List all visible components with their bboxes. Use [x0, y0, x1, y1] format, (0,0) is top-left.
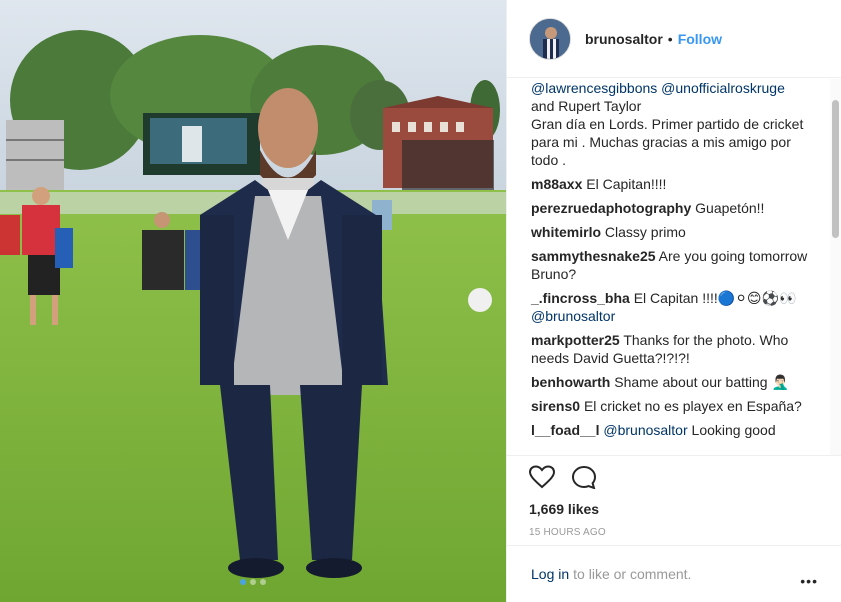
comment-item: l__foad__l @brunosaltor Looking good	[531, 421, 811, 439]
post-username[interactable]: brunosaltor	[585, 31, 663, 47]
comment-item: benhowarth Shame about our batting 🤦🏻‍♂️	[531, 373, 811, 391]
avatar[interactable]	[529, 17, 571, 60]
caption-mention[interactable]: @unofficialroskruge	[661, 80, 785, 96]
comment-mention[interactable]: @brunosaltor	[603, 422, 687, 438]
header-separator: •	[667, 30, 673, 47]
comment-item: sirens0 El cricket no es playex en Españ…	[531, 397, 811, 415]
comment-item: _.fincross_bha El Capitan !!!!🔵⚪😊⚽👀 @bru…	[531, 289, 811, 325]
heart-icon[interactable]	[528, 465, 556, 500]
comment-username[interactable]: l__foad__l	[531, 422, 599, 438]
comment-text: Classy primo	[604, 224, 686, 240]
post-actions: 1,669 likes 15 HOURS AGO	[507, 455, 841, 538]
comment-username[interactable]: markpotter25	[531, 332, 620, 348]
comment-text: El cricket no es playex en España?	[583, 398, 802, 414]
caption: @lawrencesgibbons @unofficialroskruge an…	[531, 79, 811, 169]
carousel-dot-2[interactable]	[250, 579, 256, 585]
comment-username[interactable]: sammythesnake25	[531, 248, 656, 264]
post-header: brunosaltor • Follow	[507, 0, 841, 78]
comment-username[interactable]: benhowarth	[531, 374, 610, 390]
avatar-image	[530, 18, 570, 59]
follow-button[interactable]: Follow	[678, 31, 722, 47]
comment-text: El Capitan!!!!	[586, 176, 667, 192]
comment-username[interactable]: _.fincross_bha	[531, 290, 630, 306]
carousel-indicator[interactable]	[0, 579, 506, 585]
comment-text: Guapetón!!	[695, 200, 765, 216]
post-timestamp: 15 HOURS AGO	[529, 527, 606, 538]
photo-illustration	[0, 0, 506, 602]
comment-item: perezruedaphotography Guapetón!!	[531, 199, 811, 217]
comment-username[interactable]: sirens0	[531, 398, 580, 414]
carousel-dot-3[interactable]	[260, 579, 266, 585]
post-side-panel: brunosaltor • Follow @lawrencesgibbons @…	[506, 0, 841, 602]
login-prompt-text: to like or comment.	[573, 566, 692, 582]
comment-username[interactable]: m88axx	[531, 176, 582, 192]
comment-text: El Capitan !!!!🔵⚪😊⚽👀	[633, 290, 797, 306]
comments-list: @lawrencesgibbons @unofficialroskruge an…	[507, 79, 829, 454]
caption-text: Gran día en Lords. Primer partido de cri…	[531, 116, 804, 168]
comment-text: Looking good	[691, 422, 776, 438]
action-icons	[528, 456, 841, 500]
caption-mention[interactable]: @lawrencesgibbons	[531, 80, 657, 96]
comment-item: whitemirlo Classy primo	[531, 223, 811, 241]
comment-username[interactable]: whitemirlo	[531, 224, 601, 240]
like-count[interactable]: 1,669 likes	[529, 501, 841, 517]
comments-scrollbar[interactable]	[832, 100, 839, 238]
comment-mention[interactable]: @brunosaltor	[531, 308, 615, 324]
comment-text: Shame about our batting 🤦🏻‍♂️	[614, 374, 789, 390]
comment-icon[interactable]	[571, 465, 597, 500]
comment-username[interactable]: perezruedaphotography	[531, 200, 691, 216]
post-photo[interactable]	[0, 0, 506, 602]
comment-item: sammythesnake25 Are you going tomorrow B…	[531, 247, 811, 283]
comment-item: markpotter25 Thanks for the photo. Who n…	[531, 331, 811, 367]
post-footer: Log in to like or comment. •••	[507, 545, 841, 602]
caption-text: and Rupert Taylor	[531, 98, 642, 114]
more-options-icon[interactable]: •••	[800, 573, 818, 589]
login-link[interactable]: Log in	[531, 566, 569, 582]
comment-item: m88axx El Capitan!!!!	[531, 175, 811, 193]
carousel-dot-1[interactable]	[240, 579, 246, 585]
